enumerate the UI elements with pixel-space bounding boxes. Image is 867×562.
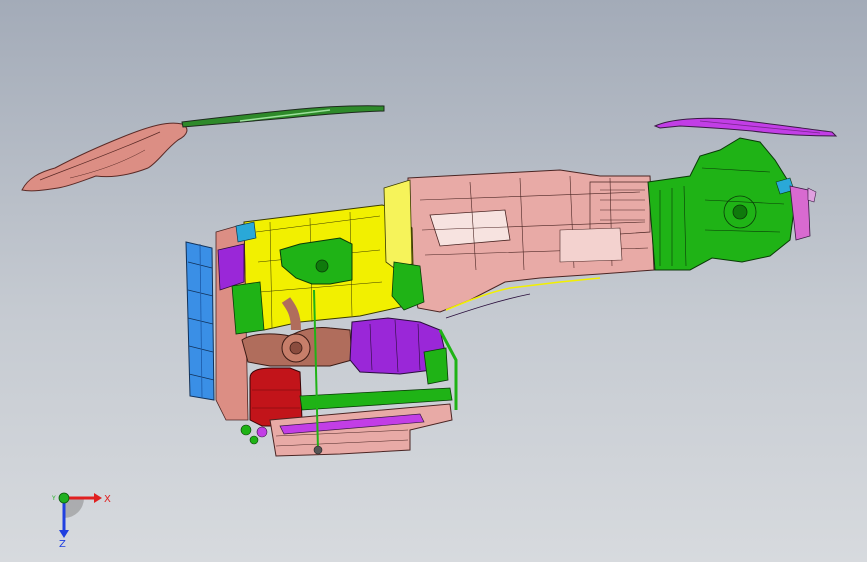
cad-model-render[interactable] (0, 0, 867, 562)
floating-shield-right[interactable] (653, 117, 838, 137)
coolant-fittings[interactable] (240, 424, 268, 445)
z-axis-arrowhead (59, 530, 69, 538)
z-axis-label: Z (59, 539, 66, 548)
output-flange[interactable] (789, 185, 817, 241)
transfer-case[interactable] (647, 137, 795, 271)
oil-filter[interactable] (249, 367, 303, 427)
transmission-housing[interactable] (407, 169, 655, 313)
y-axis-label: Y (51, 495, 56, 502)
x-axis-arrowhead (94, 493, 102, 503)
floating-cover-left[interactable] (21, 122, 188, 192)
x-axis-label: X (104, 494, 111, 505)
radiator[interactable] (185, 241, 215, 401)
3d-viewport[interactable]: X Z Y (0, 0, 867, 562)
coordinate-triad: X Z Y (51, 492, 111, 548)
y-axis-point (58, 492, 70, 504)
floating-strip-top[interactable] (181, 105, 385, 128)
